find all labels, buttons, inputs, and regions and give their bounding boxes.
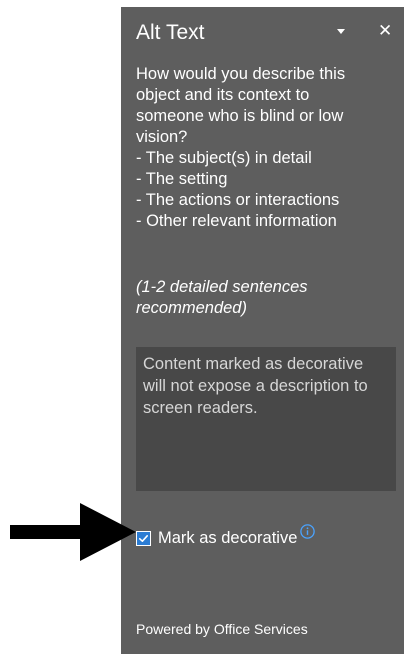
mark-as-decorative-label[interactable]: Mark as decorative <box>158 528 297 548</box>
mark-as-decorative-row[interactable]: Mark as decorative <box>136 523 316 550</box>
alt-text-textarea[interactable]: Content marked as decorative will not ex… <box>136 347 396 491</box>
checkmark-icon <box>137 531 150 545</box>
powered-by-footer: Powered by Office Services <box>136 621 308 637</box>
instruction-line: - Other relevant information <box>136 212 337 230</box>
hint-line: (1-2 detailed sentences <box>136 278 308 296</box>
mark-as-decorative-checkbox[interactable] <box>136 530 151 546</box>
info-icon[interactable] <box>300 523 316 539</box>
chevron-down-icon[interactable] <box>337 29 345 34</box>
alt-text-pane: Alt Text ✕ How would you describe this o… <box>121 7 404 654</box>
arrow-right-icon <box>10 503 136 561</box>
instruction-line: How would you describe this <box>136 65 346 83</box>
close-icon[interactable]: ✕ <box>378 21 392 41</box>
instruction-line: someone who is blind or low <box>136 107 344 125</box>
textarea-placeholder: Content marked as decorative will not ex… <box>143 355 368 417</box>
instruction-line: - The actions or interactions <box>136 191 340 209</box>
sentence-recommendation: (1-2 detailed sentences recommended) <box>136 277 386 319</box>
instruction-line: object and its context to <box>136 86 310 104</box>
pane-title: Alt Text <box>136 21 205 44</box>
screenshot-stage: Alt Text ✕ How would you describe this o… <box>0 0 405 654</box>
hint-line: recommended) <box>136 299 247 317</box>
instruction-line: vision? <box>136 128 188 146</box>
instruction-line: - The setting <box>136 170 228 188</box>
alt-text-instructions: How would you describe this object and i… <box>136 64 394 232</box>
instruction-line: - The subject(s) in detail <box>136 149 312 167</box>
